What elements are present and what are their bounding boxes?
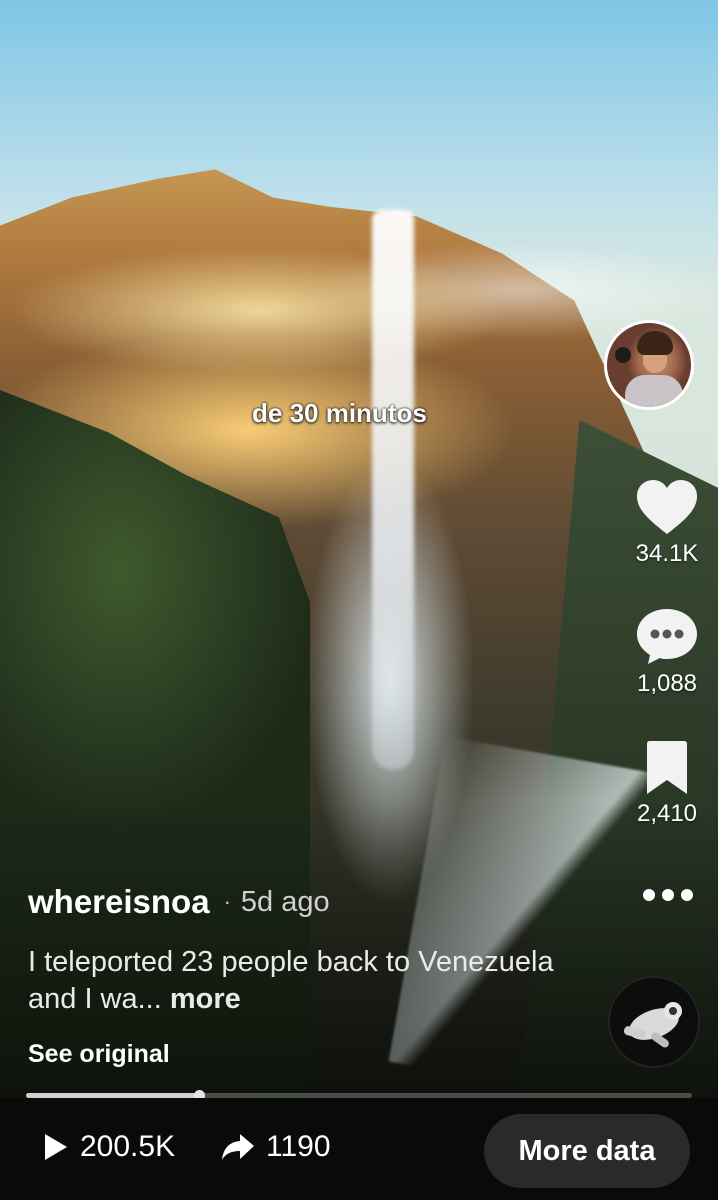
video-scene-waterfall xyxy=(372,210,414,770)
shares-stat: 1190 xyxy=(220,1130,331,1164)
play-icon xyxy=(45,1134,67,1160)
share-arrow-icon xyxy=(222,1134,254,1160)
description-more-link[interactable]: more xyxy=(170,983,241,1015)
author-username[interactable]: whereisnoa xyxy=(28,883,210,921)
video-caption: de 30 minutos xyxy=(252,398,427,428)
bookmark-icon xyxy=(647,741,687,794)
creator-avatar[interactable] xyxy=(604,320,694,410)
views-count: 200.5K xyxy=(80,1130,176,1163)
post-description[interactable]: I teleported 23 people back to Venezuela… xyxy=(28,944,588,1018)
like-count: 34.1K xyxy=(635,540,699,567)
more-data-button[interactable]: More data xyxy=(484,1114,690,1188)
comment-count: 1,088 xyxy=(636,670,698,697)
save-button[interactable]: 2,410 xyxy=(617,740,717,828)
video-player[interactable] xyxy=(0,0,718,1098)
separator-dot: · xyxy=(223,889,231,914)
sound-disc[interactable] xyxy=(608,976,700,1068)
author-row: whereisnoa · 5d ago xyxy=(28,880,330,924)
avatar-camera xyxy=(615,347,631,363)
avatar-shirt xyxy=(625,375,683,407)
more-horizontal-icon[interactable] xyxy=(640,880,696,910)
heart-icon xyxy=(637,480,697,534)
post-time: 5d ago xyxy=(240,885,330,918)
save-count: 2,410 xyxy=(636,800,698,827)
avatar-hair xyxy=(637,331,673,355)
video-screen: de 30 minutos 34.1K 1,088 2,410 whereisn… xyxy=(0,0,718,1200)
comment-button[interactable]: 1,088 xyxy=(617,606,717,698)
views-stat: 200.5K xyxy=(42,1130,175,1164)
shares-count: 1190 xyxy=(266,1130,331,1163)
comment-bubble-icon xyxy=(637,609,697,664)
astronaut-sound-icon xyxy=(610,978,698,1066)
like-button[interactable]: 34.1K xyxy=(617,478,717,568)
description-text: I teleported 23 people back to Venezuela… xyxy=(28,946,554,1015)
see-original-link[interactable]: See original xyxy=(28,1040,170,1069)
